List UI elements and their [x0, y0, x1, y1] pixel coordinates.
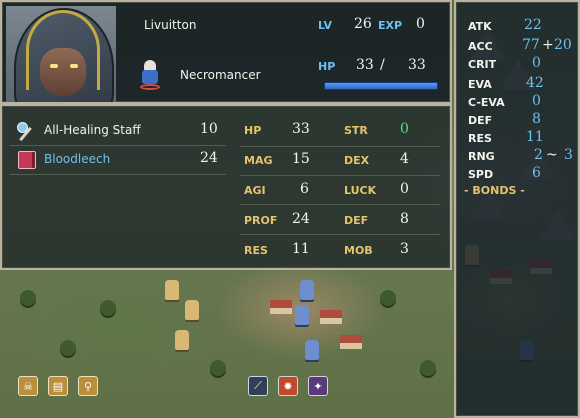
acc-bonus: 20 — [554, 37, 572, 53]
stat-label: HP — [244, 124, 262, 137]
crit-value: 0 — [532, 55, 541, 71]
acc-value: 77 — [522, 37, 540, 53]
combat-stats-panel: ATK 22 ACC 77 + 20 CRIT 0 EVA 42 C-EVA 0… — [454, 0, 580, 418]
stat-value: 6 — [300, 181, 309, 197]
map-unit[interactable] — [185, 300, 199, 320]
stat-value: 11 — [292, 241, 310, 257]
stat-label: PROF — [244, 214, 278, 227]
exp-value: 0 — [416, 16, 425, 32]
def-value: 8 — [532, 111, 541, 127]
level-value: 26 — [354, 16, 372, 32]
item-row[interactable]: All-Healing Staff 10 — [14, 120, 230, 142]
hp-label: HP — [318, 60, 336, 73]
acc-plus: + — [542, 37, 554, 53]
item-name: Bloodleech — [44, 152, 111, 166]
spd-value: 6 — [532, 165, 541, 181]
staff-icon — [16, 122, 34, 140]
tree — [20, 290, 36, 306]
map-unit[interactable] — [175, 330, 189, 350]
ceva-label: C-EVA — [468, 96, 505, 109]
eva-label: EVA — [468, 78, 492, 91]
divider — [10, 145, 226, 146]
hp-bar — [324, 82, 438, 90]
def-label: DEF — [468, 114, 493, 127]
portrait-face — [40, 48, 86, 96]
ceva-value: 0 — [532, 93, 541, 109]
stat-label: LUCK — [344, 184, 377, 197]
hp-max: 33 — [408, 57, 426, 73]
divider — [10, 174, 226, 175]
unit-name: Livuitton — [144, 18, 197, 32]
village-house — [270, 300, 292, 314]
res-value: 11 — [526, 129, 544, 145]
sparkle-skill-icon[interactable]: ✦ — [308, 376, 328, 396]
unit-portrait — [6, 6, 116, 102]
tree — [380, 290, 396, 306]
portrait-eye — [70, 64, 78, 68]
tree — [420, 360, 436, 376]
level-label: LV — [318, 19, 333, 32]
stat-label: RES — [244, 244, 268, 257]
staff-icon[interactable]: ⚲ — [78, 376, 98, 396]
divider — [240, 146, 440, 147]
stat-grid: HP 33 STR 0 MAG 15 DEX 4 AGI 6 LUCK 0 PR… — [236, 118, 446, 266]
item-uses: 24 — [200, 150, 218, 166]
hp-separator: / — [380, 57, 385, 73]
village-house — [320, 310, 342, 324]
tree — [60, 340, 76, 356]
tree — [210, 360, 226, 376]
crit-label: CRIT — [468, 58, 497, 71]
stat-value: 4 — [400, 151, 409, 167]
stat-value: 0 — [400, 181, 409, 197]
divider — [240, 175, 440, 176]
eva-value: 42 — [526, 75, 544, 91]
map-unit[interactable] — [300, 280, 314, 300]
rng-max: 3 — [564, 147, 573, 163]
skull-icon[interactable]: ☠ — [18, 376, 38, 396]
stat-label: STR — [344, 124, 368, 137]
divider — [240, 204, 440, 205]
stat-label: DEF — [344, 214, 369, 227]
spd-label: SPD — [468, 168, 494, 181]
stat-value: 3 — [400, 241, 409, 257]
class-sprite-icon — [140, 60, 160, 90]
hp-bar-fill — [325, 83, 437, 89]
stat-value: 8 — [400, 211, 409, 227]
res-label: RES — [468, 132, 492, 145]
unit-header-panel: Livuitton Necromancer LV 26 EXP 0 HP 33 … — [0, 0, 452, 104]
village-house — [340, 335, 362, 349]
staff-skill-icon[interactable]: ⟋ — [248, 376, 268, 396]
unit-class: Necromancer — [180, 68, 261, 82]
item-row[interactable]: Bloodleech 24 — [14, 149, 230, 171]
acc-label: ACC — [468, 40, 493, 53]
stat-label: MAG — [244, 154, 273, 167]
rng-min: 2 — [534, 147, 543, 163]
atk-value: 22 — [524, 17, 542, 33]
tree — [100, 300, 116, 316]
map-unit[interactable] — [165, 280, 179, 300]
stat-value: 24 — [292, 211, 310, 227]
hp-current: 33 — [356, 57, 374, 73]
stat-value: 0 — [400, 121, 409, 137]
map-unit[interactable] — [295, 305, 309, 325]
stat-value: 15 — [292, 151, 310, 167]
portrait-eye — [50, 64, 58, 68]
stat-value: 33 — [292, 121, 310, 137]
item-uses: 10 — [200, 121, 218, 137]
rng-separator: ~ — [546, 147, 558, 163]
book-icon[interactable]: ▤ — [48, 376, 68, 396]
exp-label: EXP — [378, 19, 403, 32]
stat-label: DEX — [344, 154, 370, 167]
rng-label: RNG — [468, 150, 495, 163]
divider — [240, 234, 440, 235]
item-name: All-Healing Staff — [44, 123, 141, 137]
stat-label: MOB — [344, 244, 373, 257]
bonds-header: - BONDS - — [464, 184, 525, 197]
explosion-skill-icon[interactable]: ✸ — [278, 376, 298, 396]
tome-icon — [18, 151, 36, 169]
atk-label: ATK — [468, 20, 492, 33]
map-unit[interactable] — [305, 340, 319, 360]
stat-label: AGI — [244, 184, 266, 197]
